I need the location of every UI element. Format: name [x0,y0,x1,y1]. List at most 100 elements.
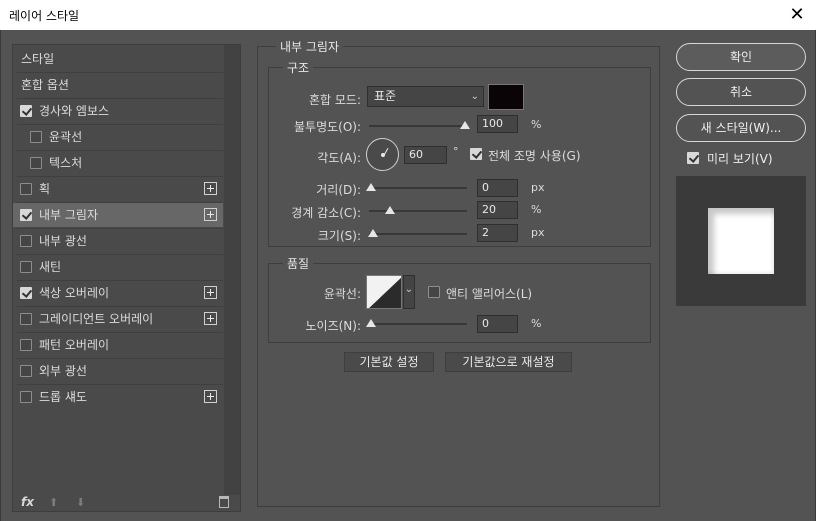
blend-mode-label: 혼합 모드: [308,93,361,107]
distance-label: 거리(D): [316,183,361,197]
style-preview [676,176,806,306]
style-item-checkbox[interactable] [30,131,42,143]
contour-label: 윤곽선: [323,287,361,301]
global-light-checkbox[interactable] [470,148,482,160]
reset-to-default-button[interactable]: 기본값으로 재설정 [445,352,572,372]
cancel-button[interactable]: 취소 [676,78,806,106]
style-item-label: 내부 광선 [39,234,87,248]
size-slider-thumb[interactable] [368,229,378,237]
style-list-panel: 스타일혼합 옵션경사와 엠보스윤곽선텍스처 획내부 그림자내부 광선새틴색상 오버… [12,44,241,512]
add-effect-icon[interactable] [204,390,217,403]
style-item[interactable]: 새틴 [13,255,223,279]
choke-field[interactable]: 20 [477,201,518,219]
close-icon[interactable]: ✕ [786,4,808,26]
move-down-icon[interactable]: ⬇ [76,496,85,509]
quality-group: 품질 윤곽선: ⌄ 앤티 앨리어스(L) 노이즈(N): 0 % [268,255,651,343]
style-item-checkbox[interactable] [20,183,32,195]
opacity-slider[interactable] [369,125,467,127]
contour-preview[interactable] [366,275,402,309]
blend-mode-value: 표준 [374,89,397,103]
distance-slider[interactable] [369,187,467,189]
structure-group: 구조 혼합 모드: 표준 ⌄ 불투명도(O): 100 % 각도(A): 60 … [268,59,651,247]
style-item-label: 내부 그림자 [39,208,99,222]
style-item-checkbox[interactable] [20,287,32,299]
structure-title: 구조 [283,59,314,76]
add-effect-icon[interactable] [204,182,217,195]
anti-alias-checkbox[interactable] [428,286,440,298]
style-item-checkbox[interactable] [20,235,32,247]
style-item[interactable]: 내부 그림자 [13,203,223,227]
window-titlebar: 레이어 스타일 ✕ [0,0,816,30]
distance-slider-thumb[interactable] [366,183,376,191]
new-style-button[interactable]: 새 스타일(W)... [676,114,806,142]
contour-dropdown-chevron-icon[interactable]: ⌄ [403,275,415,309]
style-item-label: 스타일 [21,52,55,66]
style-item-checkbox[interactable] [20,105,32,117]
preview-label: 미리 보기(V) [707,152,773,166]
style-item-label: 색상 오버레이 [39,286,110,300]
preview-tile [708,208,774,274]
style-item-label: 혼합 옵션 [21,78,69,92]
fx-button[interactable]: fx [21,495,34,509]
style-item[interactable]: 스타일 [13,47,223,71]
make-default-button[interactable]: 기본값 설정 [344,352,434,372]
style-item[interactable]: 드롭 섀도 [13,385,223,409]
choke-label: 경계 감소(C): [291,206,361,220]
add-effect-icon[interactable] [204,286,217,299]
style-item[interactable]: 외부 광선 [13,359,223,383]
style-item-checkbox[interactable] [20,339,32,351]
style-item-label: 경사와 엠보스 [39,104,110,118]
preview-checkbox[interactable] [687,152,699,164]
noise-unit: % [531,317,542,330]
anti-alias-label: 앤티 앨리어스(L) [446,287,533,301]
ok-button[interactable]: 확인 [676,43,806,71]
style-item[interactable]: 내부 광선 [13,229,223,253]
angle-label: 각도(A): [317,151,361,165]
style-item-label: 그레이디언트 오버레이 [39,312,154,326]
style-item-checkbox[interactable] [30,157,42,169]
style-item[interactable]: 패턴 오버레이 [13,333,223,357]
shadow-color-swatch[interactable] [488,84,524,110]
style-item[interactable]: 그레이디언트 오버레이 [13,307,223,331]
style-item[interactable]: 윤곽선 [13,125,223,149]
style-item-checkbox[interactable] [20,209,32,221]
inner-shadow-panel: 내부 그림자 구조 혼합 모드: 표준 ⌄ 불투명도(O): 100 % 각도(… [257,38,660,507]
distance-field[interactable]: 0 [477,179,518,197]
style-item[interactable]: 경사와 엠보스 [13,99,223,123]
noise-slider-thumb[interactable] [366,319,376,327]
style-item-label: 패턴 오버레이 [39,338,110,352]
style-item[interactable]: 텍스처 [13,151,223,175]
size-unit: px [531,226,545,239]
trash-icon[interactable] [219,496,229,508]
choke-slider[interactable] [369,210,467,212]
blend-mode-select[interactable]: 표준 ⌄ [367,86,484,107]
opacity-field[interactable]: 100 [477,115,518,133]
angle-field[interactable]: 60 [404,146,447,164]
add-effect-icon[interactable] [204,208,217,221]
choke-slider-thumb[interactable] [385,206,395,214]
style-item-checkbox[interactable] [20,313,32,325]
opacity-slider-thumb[interactable] [460,121,470,129]
add-effect-icon[interactable] [204,312,217,325]
angle-dial[interactable] [366,138,399,171]
style-item-label: 외부 광선 [39,364,87,378]
move-up-icon[interactable]: ⬆ [49,496,58,509]
opacity-label: 불투명도(O): [293,120,361,134]
style-item-label: 새틴 [39,260,62,274]
noise-field[interactable]: 0 [477,315,518,333]
style-item[interactable]: 혼합 옵션 [13,73,223,97]
global-light-label: 전체 조명 사용(G) [488,149,581,163]
size-slider[interactable] [369,233,467,235]
style-item-checkbox[interactable] [20,365,32,377]
style-item[interactable]: 획 [13,177,223,201]
style-item-checkbox[interactable] [20,391,32,403]
layer-style-dialog: 스타일혼합 옵션경사와 엠보스윤곽선텍스처 획내부 그림자내부 광선새틴색상 오버… [0,30,816,521]
size-field[interactable]: 2 [477,224,518,242]
style-item-label: 윤곽선 [49,130,83,144]
choke-unit: % [531,203,542,216]
style-list-scrollbar[interactable] [224,45,240,495]
style-item-checkbox[interactable] [20,261,32,273]
style-item-label: 드롭 섀도 [39,390,87,404]
style-item[interactable]: 색상 오버레이 [13,281,223,305]
noise-slider[interactable] [369,323,467,325]
